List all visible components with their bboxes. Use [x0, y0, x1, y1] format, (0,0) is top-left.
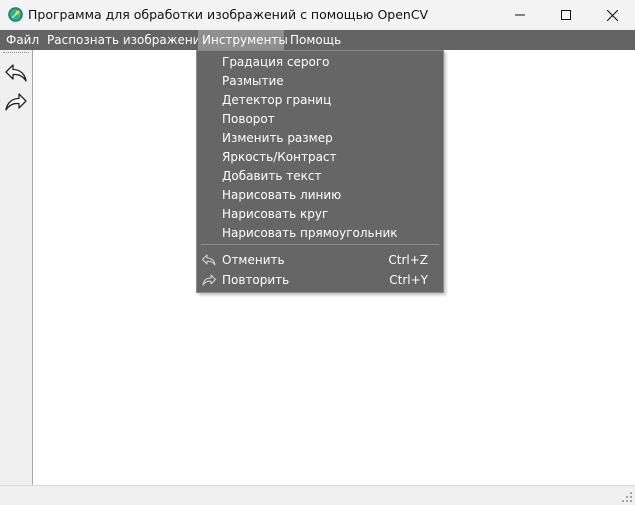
window-title: Программа для обработки изображений с по… [28, 7, 429, 22]
menu-separator [201, 244, 439, 245]
title-bar: Программа для обработки изображений с по… [0, 0, 635, 30]
menu-item-rotate[interactable]: Поворот [198, 110, 442, 129]
app-logo-icon [8, 7, 23, 22]
menu-item-label: Повторить [222, 273, 290, 287]
undo-button[interactable] [3, 61, 29, 85]
menu-item-grayscale[interactable]: Градация серого [198, 53, 442, 72]
menu-bar: Файл Распознать изображение Инструменты … [0, 30, 635, 50]
menu-item-draw-circle[interactable]: Нарисовать круг [198, 205, 442, 224]
menu-item-label: Нарисовать круг [222, 207, 329, 221]
menu-item-resize[interactable]: Изменить размер [198, 129, 442, 148]
minimize-button[interactable] [497, 0, 543, 30]
menu-tools[interactable]: Инструменты [198, 30, 288, 50]
toolbar-grip[interactable] [3, 52, 29, 53]
undo-icon [202, 254, 216, 266]
status-bar [0, 485, 635, 505]
menu-item-add-text[interactable]: Добавить текст [198, 167, 442, 186]
menu-help[interactable]: Помощь [286, 30, 345, 50]
menu-item-redo[interactable]: Повторить Ctrl+Y [198, 271, 442, 290]
menu-item-label: Градация серого [222, 55, 330, 69]
menu-item-label: Изменить размер [222, 131, 333, 145]
menu-item-label: Детектор границ [222, 93, 332, 107]
menu-item-label: Поворот [222, 112, 275, 126]
maximize-button[interactable] [543, 0, 589, 30]
menu-item-label: Отменить [222, 253, 285, 267]
menu-item-draw-rectangle[interactable]: Нарисовать прямоугольник [198, 224, 442, 243]
maximize-icon [561, 10, 571, 20]
menu-item-undo[interactable]: Отменить Ctrl+Z [198, 251, 442, 270]
side-toolbar [0, 50, 33, 485]
tools-dropdown-menu: Градация серого Размытие Детектор границ… [196, 50, 444, 293]
menu-item-label: Нарисовать линию [222, 188, 342, 202]
redo-button[interactable] [3, 90, 29, 114]
menu-item-label: Яркость/Контраст [222, 150, 337, 164]
menu-item-blur[interactable]: Размытие [198, 72, 442, 91]
redo-icon [5, 93, 27, 111]
close-button[interactable] [589, 0, 635, 30]
menu-item-label: Добавить текст [222, 169, 322, 183]
undo-icon [5, 64, 27, 82]
menu-item-label: Нарисовать прямоугольник [222, 226, 398, 240]
menu-recognize-image[interactable]: Распознать изображение [43, 30, 212, 50]
menu-item-brightness-contrast[interactable]: Яркость/Контраст [198, 148, 442, 167]
minimize-icon [515, 14, 525, 16]
close-icon [606, 9, 618, 21]
menu-item-edge-detector[interactable]: Детектор границ [198, 91, 442, 110]
redo-icon [202, 274, 216, 286]
shortcut-label: Ctrl+Z [388, 253, 428, 267]
menu-file[interactable]: Файл [2, 30, 43, 50]
menu-item-label: Размытие [222, 74, 284, 88]
shortcut-label: Ctrl+Y [389, 273, 428, 287]
resize-grip-icon[interactable] [621, 491, 633, 503]
menu-item-draw-line[interactable]: Нарисовать линию [198, 186, 442, 205]
